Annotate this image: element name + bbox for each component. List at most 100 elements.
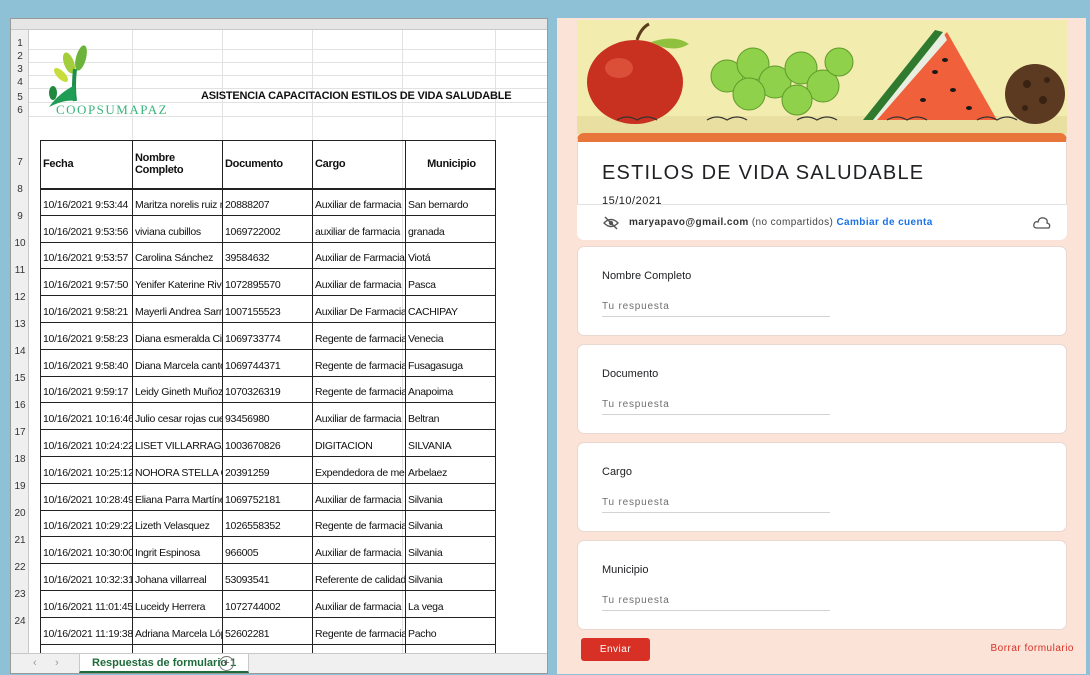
cell-nombre[interactable]: Carolina Sánchez [132, 242, 223, 270]
switch-account-link[interactable]: Cambiar de cuenta [836, 217, 932, 228]
row-number-column[interactable]: 1 2 3 4 5 6 7 8 9 10 11 12 13 14 15 16 17 18 19 20 21 22 23 24 [11, 30, 29, 670]
cell-fecha[interactable]: 10/16/2021 10:30:00 [40, 536, 133, 565]
answer-input[interactable]: Tu respuesta [602, 301, 830, 317]
cell-cargo[interactable]: Regente de farmacia [312, 617, 406, 645]
cell-documento[interactable]: 1069744371 [222, 349, 313, 377]
cell-documento[interactable]: 1069722002 [222, 215, 313, 243]
header-cargo[interactable]: Cargo [312, 140, 406, 190]
row-number[interactable]: 6 [11, 105, 29, 116]
cell-municipio[interactable]: Silvania [405, 563, 496, 591]
cell-nombre[interactable]: Julio cesar rojas cuervo [132, 402, 223, 431]
cell-documento[interactable]: 1072744002 [222, 590, 313, 618]
cell-documento[interactable]: 52602281 [222, 617, 313, 645]
cell-nombre[interactable]: Luceidy Herrera [132, 590, 223, 618]
cell-cargo[interactable]: Regente de farmacia [312, 510, 406, 538]
cell-nombre[interactable]: Lizeth Velasquez [132, 510, 223, 538]
cell-nombre[interactable]: Eliana Parra Martínez [132, 483, 223, 511]
cell-municipio[interactable]: Anapoima [405, 376, 496, 404]
cell-documento[interactable]: 20391259 [222, 456, 313, 484]
cell-fecha[interactable]: 10/16/2021 10:29:22 [40, 510, 133, 538]
clear-form-button[interactable]: Borrar formulario [990, 643, 1074, 654]
cell-documento[interactable]: 39584632 [222, 242, 313, 270]
cell-municipio[interactable]: CACHIPAY [405, 295, 496, 323]
row-number[interactable]: 17 [11, 427, 29, 438]
answer-input[interactable]: Tu respuesta [602, 399, 830, 415]
row-number[interactable]: 15 [11, 373, 29, 384]
cell-documento[interactable]: 1007155523 [222, 295, 313, 323]
cell-documento[interactable]: 53093541 [222, 563, 313, 591]
cell-municipio[interactable]: Silvania [405, 536, 496, 565]
row-number[interactable]: 9 [11, 211, 29, 222]
cell-municipio[interactable]: Silvania [405, 510, 496, 538]
cell-municipio[interactable]: Viotá [405, 242, 496, 270]
cell-cargo[interactable]: Auxiliar de farmacia [312, 402, 406, 431]
row-number[interactable]: 13 [11, 319, 29, 330]
cell-nombre[interactable]: Yenifer Katerine Riveros R [132, 268, 223, 297]
row-number[interactable]: 14 [11, 346, 29, 357]
cell-fecha[interactable]: 10/16/2021 9:58:23 [40, 322, 133, 350]
row-number[interactable]: 20 [11, 508, 29, 519]
cell-fecha[interactable]: 10/16/2021 9:53:44 [40, 188, 133, 216]
cell-cargo[interactable]: Regente de farmacia [312, 349, 406, 377]
cell-municipio[interactable]: SILVANIA [405, 429, 496, 457]
cell-cargo[interactable]: Regente de farmacia [312, 376, 406, 404]
cell-cargo[interactable]: Auxiliar De Farmacia [312, 295, 406, 323]
cell-nombre[interactable]: NOHORA STELLA OVAL [132, 456, 223, 484]
cell-fecha[interactable]: 10/16/2021 10:16:46 [40, 402, 133, 431]
row-number[interactable]: 22 [11, 562, 29, 573]
cell-municipio[interactable]: Pacho [405, 617, 496, 645]
cell-municipio[interactable]: granada [405, 215, 496, 243]
row-number[interactable]: 16 [11, 400, 29, 411]
cell-nombre[interactable]: Ingrit Espinosa [132, 536, 223, 565]
cell-documento[interactable]: 1003670826 [222, 429, 313, 457]
row-number[interactable]: 21 [11, 535, 29, 546]
cell-documento[interactable]: 1072895570 [222, 268, 313, 297]
cell-cargo[interactable]: Expendedora de medican [312, 456, 406, 484]
row-number[interactable]: 12 [11, 292, 29, 303]
cell-fecha[interactable]: 10/16/2021 10:24:22 [40, 429, 133, 457]
cell-cargo[interactable]: Auxiliar de Farmacia [312, 242, 406, 270]
cell-municipio[interactable]: Arbelaez [405, 456, 496, 484]
cell-fecha[interactable]: 10/16/2021 9:59:17 [40, 376, 133, 404]
cell-municipio[interactable]: Pasca [405, 268, 496, 297]
cell-cargo[interactable]: Auxiliar de farmacia [312, 188, 406, 216]
row-number[interactable]: 24 [11, 616, 29, 627]
cell-cargo[interactable]: auxiliar de farmacia [312, 215, 406, 243]
cell-cargo[interactable]: DIGITACION [312, 429, 406, 457]
cell-cargo[interactable]: Auxiliar de farmacia [312, 590, 406, 618]
cell-nombre[interactable]: viviana cubillos [132, 215, 223, 243]
cell-nombre[interactable]: Mayerli Andrea Sarmiento [132, 295, 223, 323]
column-header-bar[interactable] [11, 19, 547, 30]
cell-fecha[interactable]: 10/16/2021 10:32:31 [40, 563, 133, 591]
cell-nombre[interactable]: Diana Marcela cantor vale [132, 349, 223, 377]
cell-municipio[interactable]: San bernardo [405, 188, 496, 216]
cell-municipio[interactable]: Silvania [405, 483, 496, 511]
cell-fecha[interactable]: 10/16/2021 9:57:50 [40, 268, 133, 297]
cell-fecha[interactable]: 10/16/2021 9:58:21 [40, 295, 133, 323]
cell-cargo[interactable]: Auxiliar de farmacia [312, 483, 406, 511]
cell-fecha[interactable]: 10/16/2021 10:25:12 [40, 456, 133, 484]
cell-nombre[interactable]: Johana villarreal [132, 563, 223, 591]
cell-municipio[interactable]: Beltran [405, 402, 496, 431]
cell-nombre[interactable]: Maritza norelis ruiz moren [132, 188, 223, 216]
cell-documento[interactable]: 966005 [222, 536, 313, 565]
row-number[interactable]: 11 [11, 265, 29, 276]
cell-documento[interactable]: 1069733774 [222, 322, 313, 350]
row-number[interactable]: 3 [11, 64, 29, 75]
cell-documento[interactable]: 93456980 [222, 402, 313, 431]
tab-scroll-right-icon[interactable]: › [55, 657, 59, 669]
answer-input[interactable]: Tu respuesta [602, 497, 830, 513]
cell-documento[interactable]: 1069752181 [222, 483, 313, 511]
row-number[interactable]: 23 [11, 589, 29, 600]
cell-documento[interactable]: 1026558352 [222, 510, 313, 538]
cell-documento[interactable]: 1070326319 [222, 376, 313, 404]
cell-nombre[interactable]: Diana esmeralda Cifuente [132, 322, 223, 350]
row-number[interactable]: 19 [11, 481, 29, 492]
cell-cargo[interactable]: Auxiliar de farmacia [312, 268, 406, 297]
add-sheet-button[interactable]: + [219, 656, 234, 671]
cell-fecha[interactable]: 10/16/2021 10:28:49 [40, 483, 133, 511]
header-municipio[interactable]: Municipio [405, 140, 496, 190]
cell-documento[interactable]: 20888207 [222, 188, 313, 216]
cell-cargo[interactable]: Referente de calidad [312, 563, 406, 591]
cell-nombre[interactable]: LISET VILLARRAGA [132, 429, 223, 457]
